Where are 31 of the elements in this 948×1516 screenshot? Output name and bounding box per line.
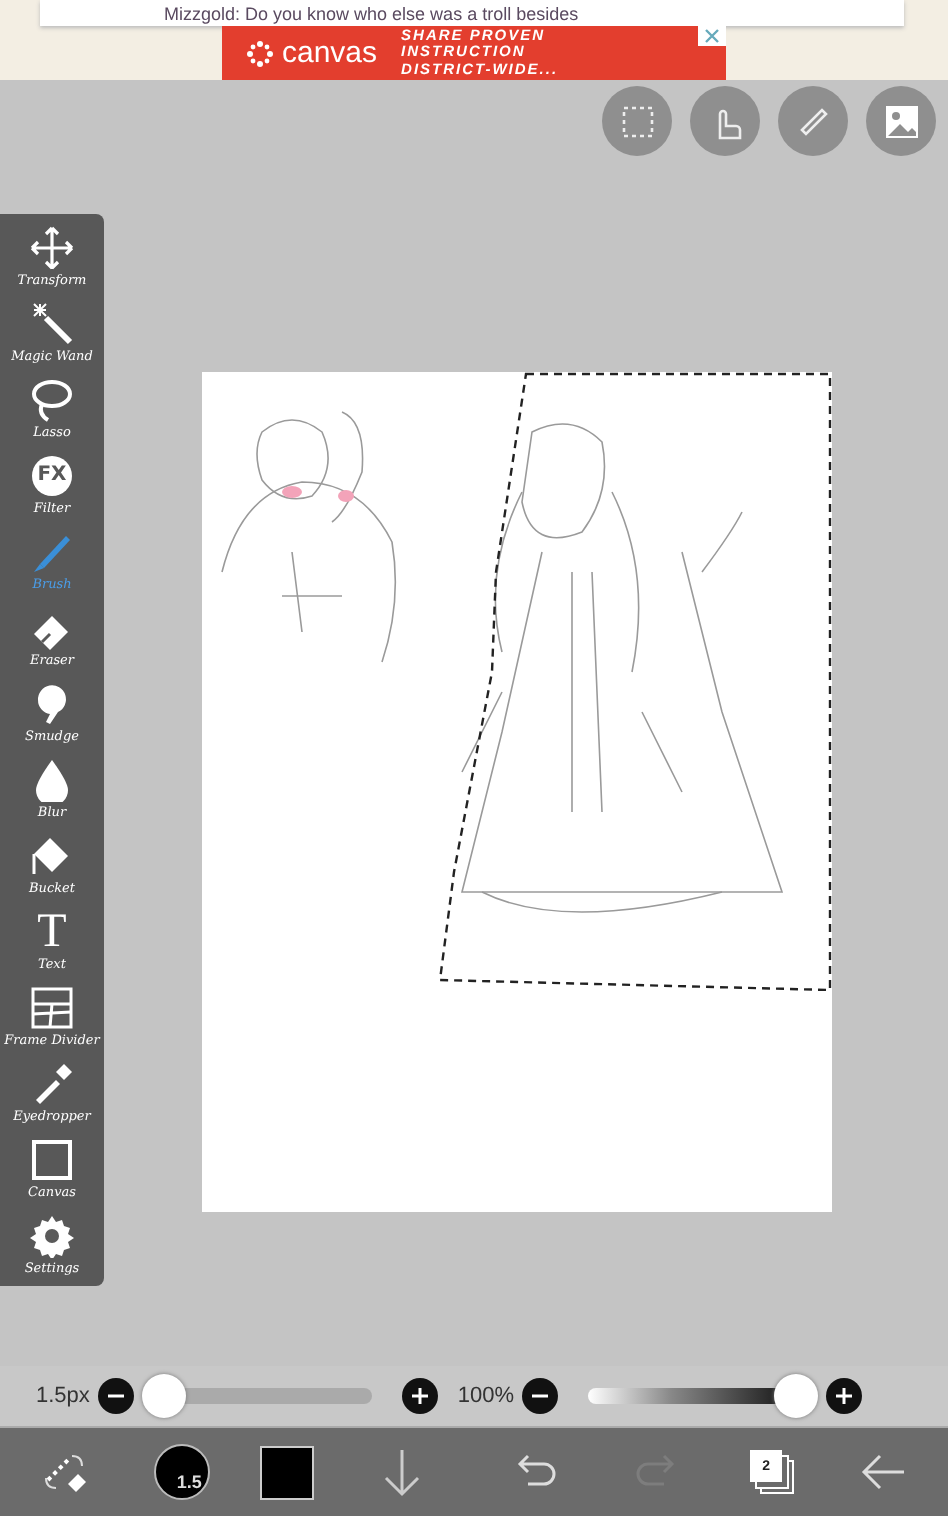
ad-close-icon[interactable] bbox=[698, 26, 726, 46]
selection-button[interactable] bbox=[602, 86, 672, 156]
move-arrows-icon bbox=[30, 225, 74, 269]
minus-button[interactable] bbox=[97, 1378, 134, 1414]
lasso-icon bbox=[30, 377, 74, 421]
brush-size-button[interactable]: 1.5 bbox=[153, 1444, 210, 1500]
minus-button[interactable] bbox=[522, 1378, 559, 1414]
plus-button[interactable] bbox=[401, 1378, 438, 1414]
settings-icon bbox=[29, 1213, 74, 1257]
filter-icon: FX bbox=[30, 453, 74, 497]
ruler-icon bbox=[795, 103, 831, 139]
square-icon bbox=[29, 1137, 74, 1181]
notification-text: Mizzgold: Do you know who else was a troll besides bbox=[164, 3, 579, 23]
brush-size-reading: 1.5px bbox=[36, 1384, 90, 1408]
image-icon bbox=[881, 101, 921, 141]
ruler-button[interactable] bbox=[778, 86, 848, 156]
touch-button[interactable] bbox=[690, 86, 760, 156]
opacity-reading: 100% bbox=[457, 1384, 515, 1408]
text-icon: T bbox=[37, 909, 67, 953]
blush-mark bbox=[282, 486, 354, 502]
color-swatch[interactable] bbox=[259, 1445, 314, 1499]
magic-wand-icon bbox=[29, 301, 74, 345]
droplet-icon bbox=[30, 757, 74, 801]
logo-icon bbox=[246, 39, 274, 67]
ad-brand: canvas bbox=[282, 36, 378, 70]
slider-thumb[interactable] bbox=[774, 1374, 819, 1418]
plus-button[interactable] bbox=[826, 1378, 863, 1414]
dashed-square-icon bbox=[619, 103, 655, 139]
image-button[interactable] bbox=[866, 86, 936, 156]
slider-thumb[interactable] bbox=[141, 1374, 186, 1418]
bucket-icon bbox=[29, 833, 74, 877]
